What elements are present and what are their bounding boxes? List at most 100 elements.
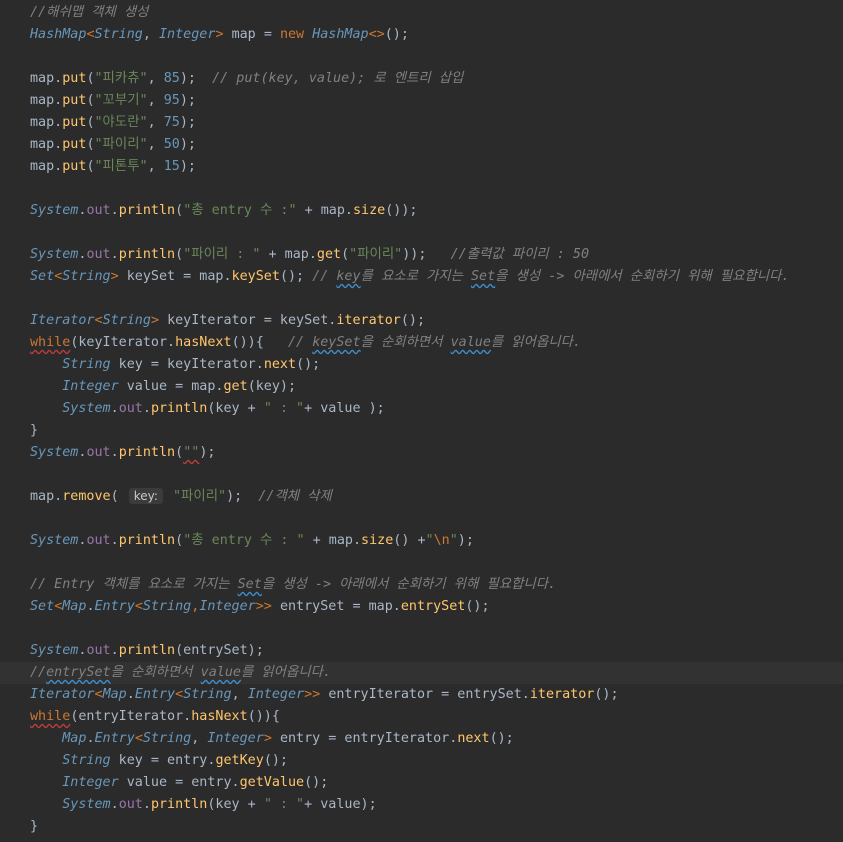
code-token: (); bbox=[594, 687, 619, 702]
code-token: " : " bbox=[263, 797, 305, 812]
code-token: value = entry. bbox=[118, 775, 240, 790]
code-token: (); bbox=[400, 313, 426, 328]
code-line[interactable] bbox=[0, 552, 843, 574]
code-token: "피톤투" bbox=[94, 159, 148, 174]
code-line[interactable]: System.out.println("총 entry 수 : " + map.… bbox=[0, 530, 843, 552]
code-comment: 를 요소로 가지는 bbox=[360, 269, 471, 284]
code-line[interactable]: Iterator<Map.Entry<String, Integer>> ent… bbox=[0, 684, 843, 706]
code-token: ); bbox=[179, 115, 196, 130]
code-line[interactable] bbox=[0, 46, 843, 68]
code-line[interactable]: Iterator<String> keyIterator = keySet.it… bbox=[0, 310, 843, 332]
code-token: ); bbox=[226, 489, 259, 504]
code-token: ( bbox=[175, 247, 184, 262]
code-token: } bbox=[30, 819, 39, 834]
code-line[interactable]: System.out.println(key + " : "+ value); bbox=[0, 794, 843, 816]
code-line[interactable]: map.put("피톤투", 15); bbox=[0, 156, 843, 178]
code-comment: 을 생성 -> 아래에서 순회하기 위해 필요합니다. bbox=[261, 577, 557, 592]
code-token: String bbox=[142, 599, 192, 614]
code-token: (); bbox=[279, 269, 313, 284]
code-token: System bbox=[30, 533, 79, 548]
code-line[interactable]: Integer value = map.get(key); bbox=[0, 376, 843, 398]
code-line[interactable]: map.remove( key: "파이리"); //객체 삭제 bbox=[0, 486, 843, 508]
code-token: (); bbox=[304, 775, 329, 790]
code-token: > bbox=[263, 731, 280, 746]
code-line[interactable]: map.put("파이리", 50); bbox=[0, 134, 843, 156]
code-line[interactable]: map.put("꼬부기", 95); bbox=[0, 90, 843, 112]
code-line[interactable]: } bbox=[0, 816, 843, 838]
code-line[interactable]: while(entryIterator.hasNext()){ bbox=[0, 706, 843, 728]
code-token: + value ); bbox=[304, 401, 385, 416]
code-line[interactable] bbox=[0, 464, 843, 486]
code-token: println bbox=[118, 533, 176, 548]
code-token: while bbox=[30, 709, 71, 724]
code-token: keyIterator = keySet. bbox=[167, 313, 337, 328]
code-line[interactable]: System.out.println(""); bbox=[0, 442, 843, 464]
code-token: (entryIterator. bbox=[70, 709, 192, 724]
code-token: key = entry. bbox=[110, 753, 216, 768]
code-token: "파이리" bbox=[349, 247, 403, 262]
code-token: out bbox=[86, 203, 111, 218]
code-token: ()); bbox=[385, 203, 418, 218]
code-token: < bbox=[94, 313, 103, 328]
code-token: )); bbox=[402, 247, 451, 262]
code-token: entrySet = map. bbox=[279, 599, 401, 614]
code-token: String bbox=[102, 313, 151, 328]
code-comment: //해쉬맵 객체 생성 bbox=[30, 5, 149, 20]
code-token: iterator bbox=[336, 313, 401, 328]
code-line[interactable] bbox=[0, 178, 843, 200]
code-token: (); bbox=[263, 753, 288, 768]
code-line[interactable]: //entrySet을 순회하면서 value를 읽어옵니다. bbox=[0, 662, 843, 684]
code-token: . bbox=[142, 401, 151, 416]
code-token: ( bbox=[86, 137, 95, 152]
code-token: . bbox=[126, 687, 135, 702]
code-line[interactable]: System.out.println(key + " : "+ value ); bbox=[0, 398, 843, 420]
code-token: out bbox=[86, 445, 111, 460]
code-line[interactable]: while(keyIterator.hasNext()){ // keySet을… bbox=[0, 332, 843, 354]
code-comment: 을 순회하면서 bbox=[110, 665, 201, 680]
code-token: "파이리 : " bbox=[183, 247, 261, 262]
code-token: key = keyIterator. bbox=[110, 357, 264, 372]
code-line[interactable]: Map.Entry<String, Integer> entry = entry… bbox=[0, 728, 843, 750]
code-token: entry = entryIterator. bbox=[279, 731, 458, 746]
code-token: value = map. bbox=[118, 379, 224, 394]
code-token: < bbox=[175, 687, 184, 702]
code-line[interactable]: System.out.println("총 entry 수 :" + map.s… bbox=[0, 200, 843, 222]
code-token: map bbox=[231, 27, 264, 42]
code-line[interactable] bbox=[0, 618, 843, 640]
code-token: entrySet bbox=[400, 599, 466, 614]
code-line[interactable] bbox=[0, 288, 843, 310]
code-line[interactable]: map.put("야도란", 75); bbox=[0, 112, 843, 134]
code-token: while bbox=[30, 335, 71, 350]
code-line[interactable] bbox=[0, 508, 843, 530]
code-comment: //출력값 파이리 : 50 bbox=[450, 247, 590, 262]
code-token: ()){ bbox=[247, 709, 280, 724]
code-comment: //객체 삭제 bbox=[258, 489, 332, 504]
code-token: println bbox=[118, 247, 176, 262]
code-token: (key + bbox=[207, 797, 264, 812]
code-line[interactable]: // Entry 객체를 요소로 가지는 Set을 생성 -> 아래에서 순회하… bbox=[0, 574, 843, 596]
code-line[interactable]: String key = entry.getKey(); bbox=[0, 750, 843, 772]
code-line[interactable]: map.put("피카츄", 85); // put(key, value); … bbox=[0, 68, 843, 90]
code-line[interactable]: Set<String> keySet = map.keySet(); // ke… bbox=[0, 266, 843, 288]
code-token: (key + bbox=[207, 401, 264, 416]
code-line[interactable]: } bbox=[0, 420, 843, 442]
code-line[interactable] bbox=[0, 222, 843, 244]
code-line[interactable]: //해쉬맵 객체 생성 bbox=[0, 2, 843, 24]
code-token: size bbox=[352, 203, 386, 218]
code-line[interactable]: System.out.println("파이리 : " + map.get("파… bbox=[0, 244, 843, 266]
code-line[interactable]: String key = keyIterator.next(); bbox=[0, 354, 843, 376]
code-token: ); bbox=[457, 533, 474, 548]
code-line[interactable]: Integer value = entry.getValue(); bbox=[0, 772, 843, 794]
code-line[interactable]: HashMap<String, Integer> map = new HashM… bbox=[0, 24, 843, 46]
code-token: (); bbox=[465, 599, 490, 614]
code-editor[interactable]: //해쉬맵 객체 생성 HashMap<String, Integer> map … bbox=[0, 0, 843, 842]
code-token: put bbox=[62, 71, 87, 86]
code-line[interactable]: Set<Map.Entry<String,Integer>> entrySet … bbox=[0, 596, 843, 618]
code-comment: // bbox=[288, 335, 313, 350]
code-token: >> bbox=[255, 599, 280, 614]
code-token: Set bbox=[30, 599, 55, 614]
code-line[interactable]: System.out.println(entrySet); bbox=[0, 640, 843, 662]
